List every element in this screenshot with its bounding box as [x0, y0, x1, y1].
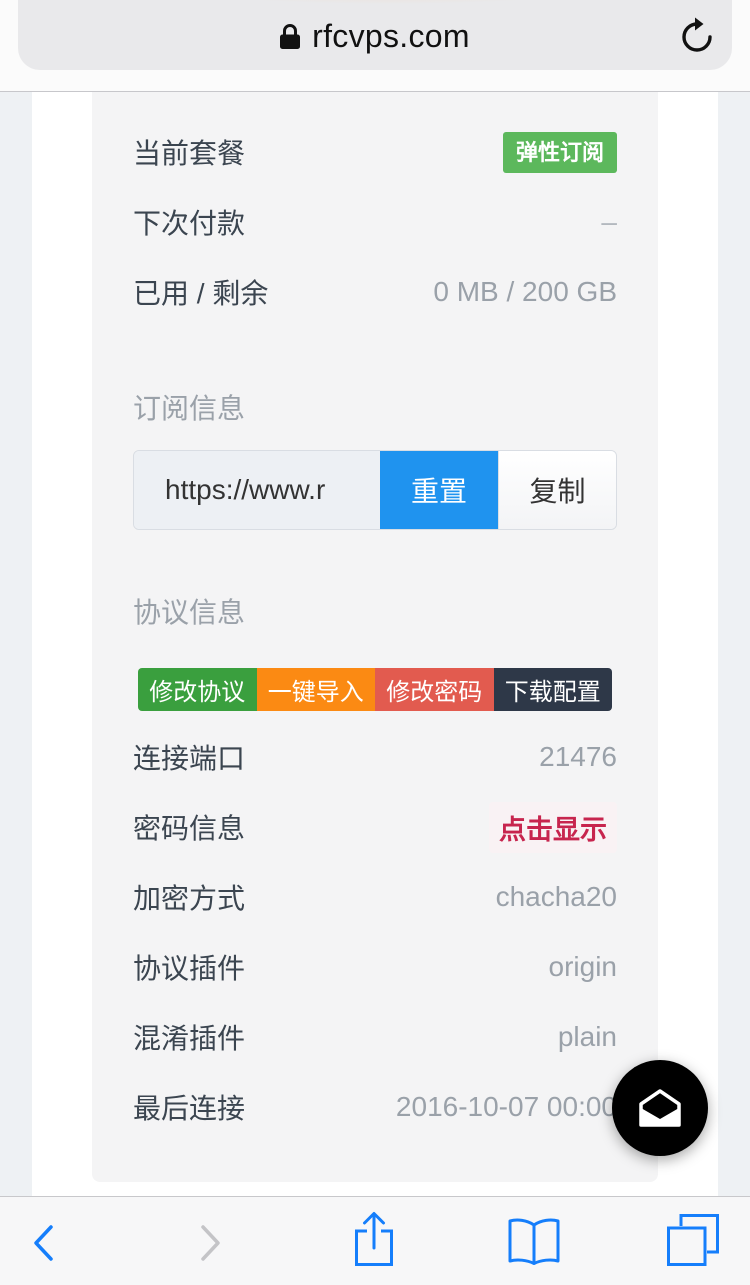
last-connection-row: 最后连接 2016-10-07 00:00: [133, 1072, 617, 1142]
copy-button[interactable]: 复制: [498, 451, 616, 529]
subscription-url-input[interactable]: [134, 451, 380, 529]
reload-icon[interactable]: [680, 16, 714, 54]
browser-toolbar: [0, 1196, 750, 1285]
protocol-action-group: 修改协议 一键导入 修改密码 下载配置: [138, 668, 612, 711]
address-display[interactable]: rfcvps.com: [0, 0, 750, 72]
mail-open-icon: [639, 1089, 681, 1127]
password-row: 密码信息 点击显示: [133, 792, 617, 862]
mail-fab-button[interactable]: [612, 1060, 708, 1156]
encryption-value: chacha20: [495, 881, 617, 912]
show-password-link[interactable]: 点击显示: [489, 801, 617, 853]
tabs-icon[interactable]: [667, 1214, 719, 1266]
reset-button[interactable]: 重置: [380, 451, 498, 529]
encryption-label: 加密方式: [133, 883, 246, 914]
current-plan-row: 当前套餐 弹性订阅: [133, 117, 617, 187]
subscription-url-group: 重置 复制: [133, 450, 617, 530]
protocol-heading: 协议信息: [133, 597, 246, 628]
lock-icon: [280, 23, 301, 49]
content-card: 当前套餐 弹性订阅 下次付款 – 已用 / 剩余 0 MB / 200 GB 订…: [32, 92, 718, 1196]
usage-label: 已用 / 剩余: [133, 278, 269, 309]
protocol-plugin-label: 协议插件: [133, 953, 246, 984]
obfs-plugin-row: 混淆插件 plain: [133, 1002, 617, 1072]
change-protocol-button[interactable]: 修改协议: [138, 668, 257, 711]
protocol-plugin-value: origin: [548, 951, 617, 982]
password-label: 密码信息: [133, 813, 246, 844]
usage-row: 已用 / 剩余 0 MB / 200 GB: [133, 257, 617, 327]
chevron-right-icon[interactable]: [199, 1224, 223, 1262]
last-connection-label: 最后连接: [133, 1093, 246, 1124]
port-value: 21476: [539, 741, 617, 772]
current-plan-label: 当前套餐: [133, 138, 246, 169]
port-label: 连接端口: [133, 743, 246, 774]
next-payment-value: –: [601, 206, 617, 237]
obfs-plugin-label: 混淆插件: [133, 1023, 246, 1054]
encryption-row: 加密方式 chacha20: [133, 862, 617, 932]
change-password-button[interactable]: 修改密码: [375, 668, 494, 711]
port-row: 连接端口 21476: [133, 722, 617, 792]
last-connection-value: 2016-10-07 00:00: [395, 1091, 617, 1122]
next-payment-row: 下次付款 –: [133, 187, 617, 257]
protocol-details: 连接端口 21476 密码信息 点击显示 加密方式 chacha20 协议插件 …: [133, 722, 617, 1142]
account-panel: 当前套餐 弹性订阅 下次付款 – 已用 / 剩余 0 MB / 200 GB 订…: [92, 92, 658, 1182]
plan-badge: 弹性订阅: [502, 131, 617, 173]
next-payment-label: 下次付款: [133, 208, 246, 239]
download-config-button[interactable]: 下载配置: [493, 668, 612, 711]
share-icon[interactable]: [354, 1211, 394, 1267]
subscription-heading: 订阅信息: [133, 393, 246, 424]
browser-top-bar: rfcvps.com: [0, 0, 750, 92]
book-icon[interactable]: [507, 1217, 561, 1265]
page-background: 当前套餐 弹性订阅 下次付款 – 已用 / 剩余 0 MB / 200 GB 订…: [0, 92, 750, 1196]
chevron-left-icon[interactable]: [31, 1224, 55, 1262]
one-click-import-button[interactable]: 一键导入: [256, 668, 375, 711]
url-text[interactable]: rfcvps.com: [312, 18, 470, 55]
obfs-plugin-value: plain: [557, 1021, 617, 1052]
usage-value: 0 MB / 200 GB: [433, 276, 617, 307]
protocol-plugin-row: 协议插件 origin: [133, 932, 617, 1002]
